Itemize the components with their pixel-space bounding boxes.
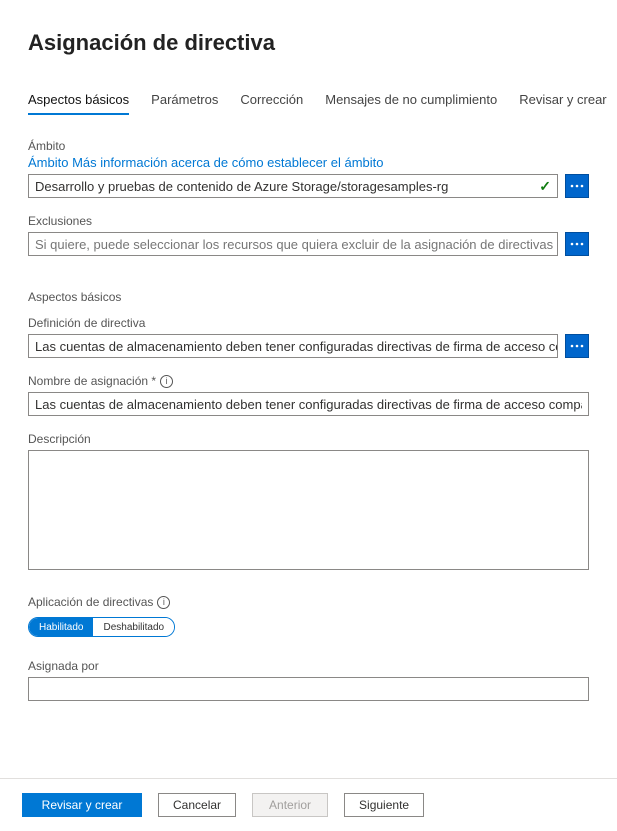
previous-button: Anterior — [252, 793, 328, 817]
ellipsis-icon — [570, 344, 584, 348]
enforcement-toggle[interactable]: Habilitado Deshabilitado — [28, 617, 175, 637]
basics-subheading: Aspectos básicos — [28, 290, 589, 304]
enforcement-label-text: Aplicación de directivas — [28, 595, 153, 609]
policydef-value: Las cuentas de almacenamiento deben tene… — [35, 339, 558, 354]
scope-value: Desarrollo y pruebas de contenido de Azu… — [35, 179, 448, 194]
review-create-button[interactable]: Revisar y crear — [22, 793, 142, 817]
assignedby-input[interactable] — [28, 677, 589, 701]
assignedby-label: Asignada por — [28, 659, 589, 673]
assignmentname-label-text: Nombre de asignación * — [28, 374, 156, 388]
cancel-button[interactable]: Cancelar — [158, 793, 236, 817]
next-button[interactable]: Siguiente — [344, 793, 424, 817]
exclusions-picker[interactable]: Si quiere, puede seleccionar los recurso… — [28, 232, 558, 256]
ellipsis-icon — [570, 242, 584, 246]
tab-remediation[interactable]: Corrección — [240, 92, 303, 115]
assignmentname-label: Nombre de asignación * i — [28, 374, 589, 388]
exclusions-field-row: Si quiere, puede seleccionar los recurso… — [28, 232, 589, 256]
scope-field-row: Desarrollo y pruebas de contenido de Azu… — [28, 174, 589, 198]
scope-picker[interactable]: Desarrollo y pruebas de contenido de Azu… — [28, 174, 558, 198]
policydef-picker[interactable]: Las cuentas de almacenamiento deben tene… — [28, 334, 558, 358]
footer-bar: Revisar y crear Cancelar Anterior Siguie… — [0, 778, 617, 831]
description-textarea[interactable] — [28, 450, 589, 570]
scope-browse-button[interactable] — [565, 174, 589, 198]
tabs-bar: Aspectos básicos Parámetros Corrección M… — [0, 92, 617, 115]
scope-label: Ámbito — [28, 139, 589, 153]
scope-help-link[interactable]: Ámbito Más información acerca de cómo es… — [28, 155, 589, 170]
policydef-browse-button[interactable] — [565, 334, 589, 358]
info-icon[interactable]: i — [160, 375, 173, 388]
policydef-field-row: Las cuentas de almacenamiento deben tene… — [28, 334, 589, 358]
description-label: Descripción — [28, 432, 589, 446]
enforcement-label: Aplicación de directivas i — [28, 595, 589, 609]
info-icon[interactable]: i — [157, 596, 170, 609]
page-title: Asignación de directiva — [0, 0, 617, 76]
exclusions-placeholder: Si quiere, puede seleccionar los recurso… — [35, 237, 553, 252]
check-icon: ✓ — [539, 178, 551, 195]
policydef-label: Definición de directiva — [28, 316, 589, 330]
tab-review[interactable]: Revisar y crear — [519, 92, 606, 115]
form-area: Ámbito Ámbito Más información acerca de … — [0, 139, 617, 771]
assignmentname-input[interactable] — [28, 392, 589, 416]
exclusions-browse-button[interactable] — [565, 232, 589, 256]
tab-noncompliance[interactable]: Mensajes de no cumplimiento — [325, 92, 497, 115]
exclusions-label: Exclusiones — [28, 214, 589, 228]
enforcement-disabled[interactable]: Deshabilitado — [93, 618, 174, 636]
ellipsis-icon — [570, 184, 584, 188]
enforcement-enabled[interactable]: Habilitado — [29, 618, 93, 636]
tab-basics[interactable]: Aspectos básicos — [28, 92, 129, 115]
tab-parameters[interactable]: Parámetros — [151, 92, 218, 115]
